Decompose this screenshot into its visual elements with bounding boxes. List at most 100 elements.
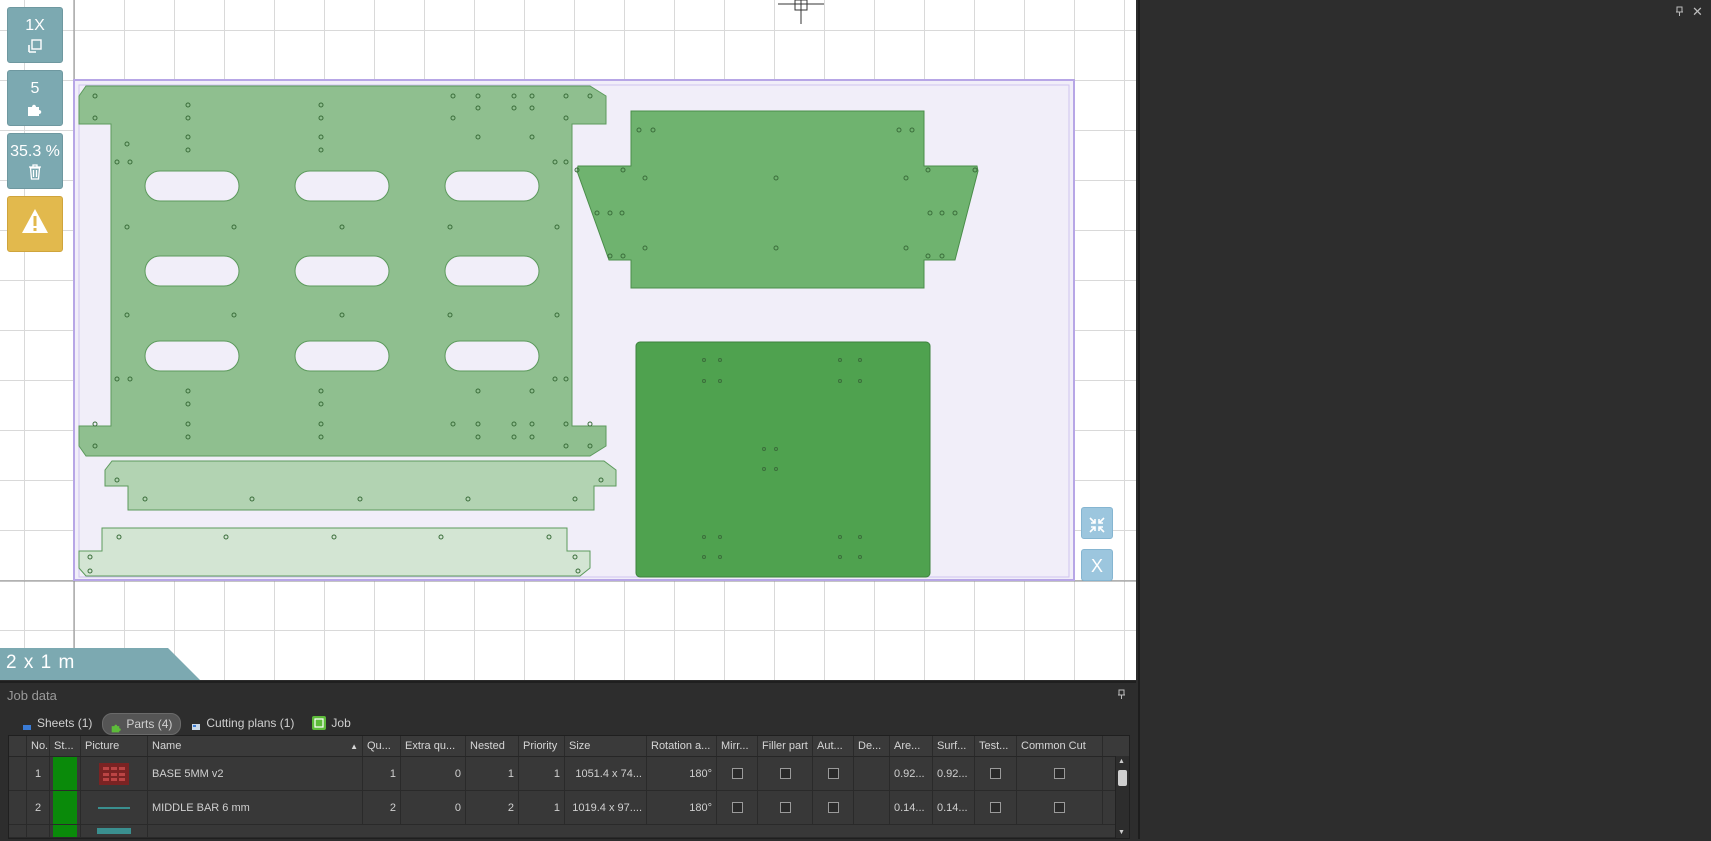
filler-checkbox[interactable] bbox=[758, 757, 813, 790]
crosshair-marker bbox=[778, 0, 824, 24]
nesting-canvas[interactable]: 1X 5 35.3 % X 2 x 1 m bbox=[0, 0, 1136, 680]
row-no: 2 bbox=[27, 791, 50, 824]
row-size: 1051.4 x 74... bbox=[565, 757, 647, 790]
tab-job-label: Job bbox=[331, 716, 351, 730]
table-row[interactable]: 2 MIDDLE BAR 6 mm 2 0 2 1 1019.4 x 97...… bbox=[9, 791, 1129, 825]
side-toolbar: 1X 5 35.3 % bbox=[7, 7, 65, 259]
job-data-title: Job data bbox=[7, 688, 57, 703]
mirror-checkbox[interactable] bbox=[717, 791, 758, 824]
auto-checkbox[interactable] bbox=[813, 757, 854, 790]
row-area: 0.14... bbox=[890, 791, 933, 824]
job-data-tabs: Sheets (1) Parts (4) Cutting plans (1) J… bbox=[14, 713, 359, 735]
table-row[interactable] bbox=[9, 825, 1129, 838]
col-name-label: Name bbox=[152, 740, 182, 752]
row-surface: 0.92... bbox=[933, 757, 975, 790]
test-checkbox[interactable] bbox=[975, 757, 1017, 790]
status-cell bbox=[50, 825, 81, 837]
row-nested: 2 bbox=[466, 791, 519, 824]
col-nested[interactable]: Nested bbox=[466, 736, 519, 756]
col-status[interactable]: St... bbox=[50, 736, 81, 756]
tab-cutting-plans[interactable]: Cutting plans (1) bbox=[183, 713, 302, 733]
row-rotation: 180° bbox=[647, 791, 717, 824]
tab-parts[interactable]: Parts (4) bbox=[102, 713, 182, 735]
row-nested: 1 bbox=[466, 757, 519, 790]
properties-panel: ✕ bbox=[1138, 0, 1711, 839]
part-thumbnail bbox=[81, 791, 148, 824]
auto-checkbox[interactable] bbox=[813, 791, 854, 824]
puzzle-icon bbox=[8, 101, 62, 121]
col-no[interactable]: No. bbox=[27, 736, 50, 756]
sort-ascending-icon: ▲ bbox=[350, 741, 358, 751]
row-quantity: 1 bbox=[363, 757, 401, 790]
tab-sheets[interactable]: Sheets (1) bbox=[14, 713, 100, 733]
row-extra: 0 bbox=[401, 791, 466, 824]
utilization-button[interactable]: 35.3 % bbox=[7, 133, 63, 189]
col-extra-quantity[interactable]: Extra qu... bbox=[401, 736, 466, 756]
table-scrollbar[interactable]: ▲ ▼ bbox=[1115, 756, 1129, 838]
row-quantity: 2 bbox=[363, 791, 401, 824]
scroll-up-icon[interactable]: ▲ bbox=[1118, 758, 1125, 765]
col-common-cut[interactable]: Common Cut bbox=[1017, 736, 1103, 756]
row-rotation: 180° bbox=[647, 757, 717, 790]
sheet-size-tab[interactable]: 2 x 1 m bbox=[0, 648, 200, 680]
col-filler-part[interactable]: Filler part bbox=[758, 736, 813, 756]
scale-value: 1X bbox=[25, 17, 45, 34]
col-auto[interactable]: Aut... bbox=[813, 736, 854, 756]
table-header: No. St... Picture Name ▲ Qu... Extra qu.… bbox=[9, 736, 1129, 757]
part-square bbox=[635, 341, 931, 578]
col-name[interactable]: Name ▲ bbox=[148, 736, 363, 756]
part-thumbnail bbox=[81, 757, 148, 790]
part-middle-bar-1 bbox=[104, 460, 617, 511]
trash-icon bbox=[8, 164, 62, 184]
row-priority: 1 bbox=[519, 757, 565, 790]
part-base-slots bbox=[144, 170, 540, 372]
mirror-checkbox[interactable] bbox=[717, 757, 758, 790]
col-size[interactable]: Size bbox=[565, 736, 647, 756]
common-cut-checkbox[interactable] bbox=[1017, 757, 1103, 790]
close-icon[interactable]: ✕ bbox=[1692, 4, 1703, 20]
col-rotation[interactable]: Rotation a... bbox=[647, 736, 717, 756]
filler-checkbox[interactable] bbox=[758, 791, 813, 824]
row-surface: 0.14... bbox=[933, 791, 975, 824]
tab-cutting-plans-label: Cutting plans (1) bbox=[206, 716, 295, 730]
tab-sheets-label: Sheets (1) bbox=[37, 716, 93, 730]
zoom-fit-button[interactable] bbox=[1081, 507, 1113, 539]
pin-icon[interactable] bbox=[1675, 6, 1684, 20]
common-cut-checkbox[interactable] bbox=[1017, 791, 1103, 824]
pin-icon[interactable] bbox=[1117, 689, 1126, 703]
col-surface[interactable]: Surf... bbox=[933, 736, 975, 756]
row-name: BASE 5MM v2 bbox=[148, 757, 363, 790]
status-cell bbox=[50, 757, 81, 790]
col-quantity[interactable]: Qu... bbox=[363, 736, 401, 756]
scale-button[interactable]: 1X bbox=[7, 7, 63, 63]
col-area[interactable]: Are... bbox=[890, 736, 933, 756]
sheet-size-label: 2 x 1 m bbox=[6, 652, 76, 673]
table-row[interactable]: 1 BASE 5MM v2 1 0 1 1 1051.4 x 74... 180… bbox=[9, 757, 1129, 791]
warning-icon bbox=[20, 209, 50, 238]
status-cell bbox=[50, 791, 81, 824]
row-extra: 0 bbox=[401, 757, 466, 790]
col-de[interactable]: De... bbox=[854, 736, 890, 756]
cutting-plan-icon bbox=[191, 718, 201, 730]
puzzle-icon bbox=[111, 719, 122, 733]
row-no: 1 bbox=[27, 757, 50, 790]
scroll-down-icon[interactable]: ▼ bbox=[1118, 829, 1125, 836]
close-view-label: X bbox=[1090, 556, 1103, 576]
test-checkbox[interactable] bbox=[975, 791, 1017, 824]
parts-count-button[interactable]: 5 bbox=[7, 70, 63, 126]
close-view-button[interactable]: X bbox=[1081, 549, 1113, 581]
parts-table: No. St... Picture Name ▲ Qu... Extra qu.… bbox=[8, 735, 1130, 839]
tab-job[interactable]: Job bbox=[304, 713, 358, 733]
col-test[interactable]: Test... bbox=[975, 736, 1017, 756]
row-size: 1019.4 x 97.... bbox=[565, 791, 647, 824]
row-priority: 1 bbox=[519, 791, 565, 824]
parts-count: 5 bbox=[30, 80, 40, 97]
col-picture[interactable]: Picture bbox=[81, 736, 148, 756]
job-data-panel: Job data Sheets (1) Parts (4) Cutting pl… bbox=[0, 681, 1136, 841]
scroll-thumb[interactable] bbox=[1118, 770, 1127, 786]
row-name: MIDDLE BAR 6 mm bbox=[148, 791, 363, 824]
warning-button[interactable] bbox=[7, 196, 63, 252]
col-mirror[interactable]: Mirr... bbox=[717, 736, 758, 756]
col-priority[interactable]: Priority bbox=[519, 736, 565, 756]
collapse-arrows-icon bbox=[1088, 514, 1106, 534]
